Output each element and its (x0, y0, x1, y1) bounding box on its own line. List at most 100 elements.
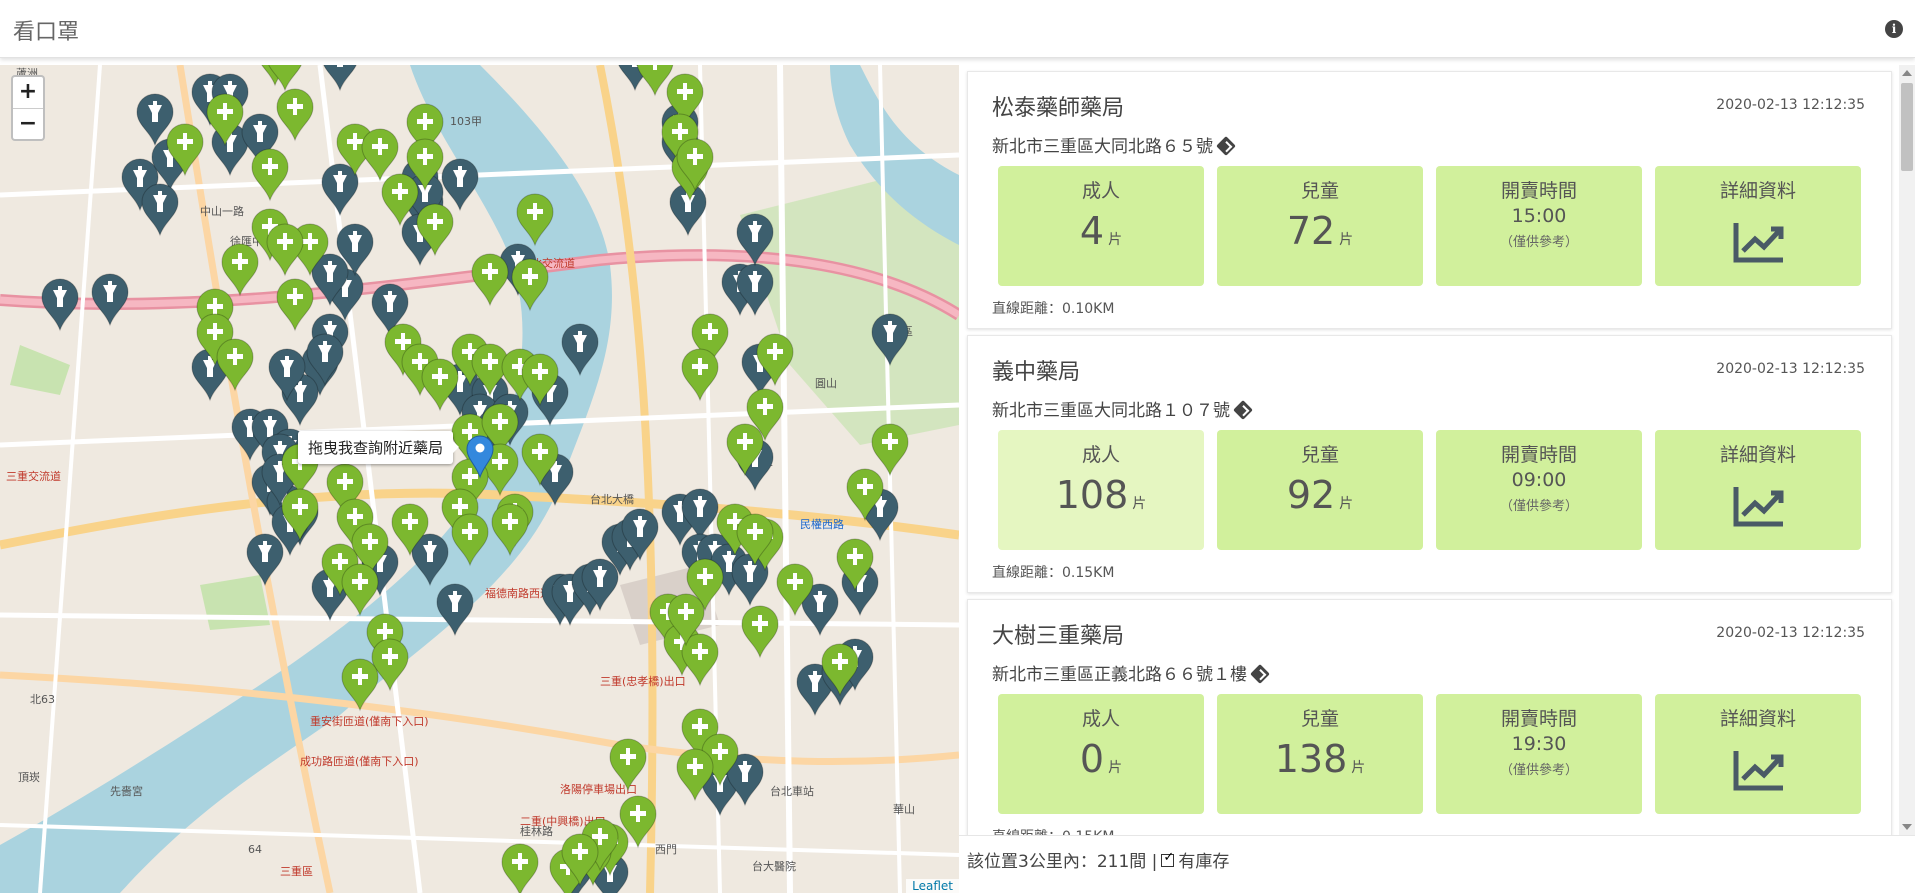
pharmacy-address[interactable]: 新北市三重區大同北路１０７號 (992, 396, 1253, 421)
unit-label: 片 (1108, 760, 1123, 776)
pharmacy-in-stock-marker[interactable] (216, 338, 254, 392)
pharmacy-in-stock-marker[interactable] (491, 503, 529, 557)
adult-count: 108 (1055, 473, 1129, 517)
child-stock-tile: 兒童 72 片 (1217, 166, 1423, 286)
pharmacy-out-of-stock-marker[interactable] (441, 158, 479, 212)
pharmacy-in-stock-marker[interactable] (221, 243, 259, 297)
pharmacy-in-stock-marker[interactable] (681, 348, 719, 402)
line-chart-icon[interactable] (1733, 485, 1785, 527)
line-chart-icon[interactable] (1733, 749, 1785, 791)
pharmacy-out-of-stock-marker[interactable] (321, 163, 359, 217)
directions-icon[interactable] (1233, 400, 1253, 420)
child-count: 138 (1274, 737, 1348, 781)
map-attribution[interactable]: Leaflet (906, 879, 959, 893)
pharmacy-out-of-stock-marker[interactable] (141, 183, 179, 237)
address-text: 新北市三重區正義北路６６號１樓 (992, 665, 1247, 685)
sale-hours-tile: 開賣時間 15:00 （僅供參考） (1436, 166, 1642, 286)
zoom-in-button[interactable]: + (13, 77, 43, 108)
sale-hours-tile: 開賣時間 19:30 （僅供參考） (1436, 694, 1642, 814)
pharmacy-in-stock-marker[interactable] (251, 148, 289, 202)
adult-stock-tile: 成人 0片 (998, 694, 1204, 814)
hours-note: （僅供參考） (1499, 235, 1578, 250)
zoom-out-button[interactable]: − (13, 108, 43, 139)
in-stock-label[interactable]: 有庫存 (1178, 852, 1229, 872)
zoom-control: + − (11, 75, 45, 141)
updated-time: 2020-02-13 12:12:35 (1716, 625, 1865, 641)
pharmacy-card[interactable]: 義中藥局 2020-02-13 12:12:35 新北市三重區大同北路１０７號 … (967, 335, 1892, 593)
pharmacy-card[interactable]: 松泰藥師藥局 2020-02-13 12:12:35 新北市三重區大同北路６５號… (967, 71, 1892, 329)
detail-tile[interactable]: 詳細資料 (1655, 694, 1861, 814)
address-text: 新北市三重區大同北路１０７號 (992, 401, 1230, 421)
pharmacy-out-of-stock-marker[interactable] (736, 213, 774, 267)
detail-label: 詳細資料 (1719, 180, 1796, 202)
pharmacy-in-stock-marker[interactable] (451, 513, 489, 567)
pharmacy-in-stock-marker[interactable] (871, 423, 909, 477)
scrollbar-thumb[interactable] (1901, 83, 1913, 171)
pharmacy-in-stock-marker[interactable] (516, 193, 554, 247)
pharmacy-in-stock-marker[interactable] (266, 223, 304, 277)
pharmacy-in-stock-marker[interactable] (341, 658, 379, 712)
pharmacy-out-of-stock-marker[interactable] (246, 533, 284, 587)
pharmacy-in-stock-marker[interactable] (341, 563, 379, 617)
distance-label: 直線距離：0.15KM (992, 565, 1115, 581)
adult-label: 成人 (1081, 708, 1120, 730)
child-stock-tile: 兒童 92 片 (1217, 430, 1423, 550)
pharmacy-card[interactable]: 大樹三重藥局 2020-02-13 12:12:35 新北市三重區正義北路６６號… (967, 599, 1892, 835)
list-scrollbar[interactable] (1899, 65, 1915, 835)
detail-tile[interactable]: 詳細資料 (1655, 166, 1861, 286)
unit-label: 片 (1108, 232, 1123, 248)
info-icon[interactable]: i (1885, 20, 1903, 38)
hours-time: 15:00 (1511, 205, 1567, 227)
status-bar: 該位置3公里內：211間 | 有庫存 (959, 835, 1915, 893)
child-count: 92 (1286, 473, 1336, 517)
adult-stock-tile: 成人 4片 (998, 166, 1204, 286)
distance-label: 直線距離：0.15KM (992, 826, 1114, 835)
directions-icon[interactable] (1250, 664, 1270, 684)
child-count: 72 (1286, 209, 1336, 253)
map-view[interactable]: 蘆洲 103甲 中山一路 徐匯中學 下竹圍 三重交流道 台北交流道 台北大橋 民… (0, 65, 959, 893)
pharmacy-out-of-stock-marker[interactable] (322, 65, 358, 92)
pharmacy-in-stock-marker[interactable] (276, 88, 314, 142)
detail-tile[interactable]: 詳細資料 (1655, 430, 1861, 550)
scroll-down-arrow-icon[interactable] (1902, 824, 1912, 830)
pharmacy-in-stock-marker[interactable] (501, 843, 539, 893)
in-stock-checkbox[interactable] (1161, 850, 1175, 867)
pharmacy-out-of-stock-marker[interactable] (41, 278, 79, 332)
hours-note: （僅供參考） (1499, 499, 1578, 514)
top-navbar: 看口罩 i (0, 0, 1915, 58)
pharmacy-in-stock-marker[interactable] (741, 605, 779, 659)
pharmacy-in-stock-marker[interactable] (471, 253, 509, 307)
address-text: 新北市三重區大同北路６５號 (992, 137, 1213, 157)
unit-label: 片 (1339, 496, 1354, 512)
directions-icon[interactable] (1216, 136, 1236, 156)
pharmacy-in-stock-marker[interactable] (609, 738, 647, 792)
scroll-up-arrow-icon[interactable] (1902, 70, 1912, 76)
pharmacy-address[interactable]: 新北市三重區大同北路６５號 (992, 132, 1236, 157)
hours-time: 19:30 (1511, 733, 1567, 755)
hours-label: 開賣時間 (1500, 180, 1577, 202)
hours-note: （僅供參考） (1499, 763, 1578, 778)
pharmacy-name: 大樹三重藥局 (992, 624, 1125, 649)
child-label: 兒童 (1300, 444, 1339, 466)
pharmacy-out-of-stock-marker[interactable] (561, 323, 599, 377)
app-title[interactable]: 看口罩 (13, 14, 79, 46)
child-label: 兒童 (1300, 180, 1339, 202)
sale-hours-tile: 開賣時間 09:00 （僅供參考） (1436, 430, 1642, 550)
pharmacy-out-of-stock-marker[interactable] (871, 313, 909, 367)
stock-tiles: 成人 0片 兒童 138 片 開賣時間 19:30 （僅供參考） 詳細資料 (998, 694, 1861, 814)
pharmacy-out-of-stock-marker[interactable] (91, 273, 129, 327)
pharmacy-in-stock-marker[interactable] (276, 278, 314, 332)
adult-label: 成人 (1081, 444, 1120, 466)
hours-time: 09:00 (1511, 469, 1567, 491)
pharmacy-in-stock-marker[interactable] (361, 128, 399, 182)
pharmacy-address[interactable]: 新北市三重區正義北路６６號１樓 (992, 660, 1270, 685)
adult-count: 0 (1079, 737, 1105, 781)
hours-label: 開賣時間 (1500, 708, 1577, 730)
pharmacy-in-stock-marker[interactable] (511, 258, 549, 312)
updated-time: 2020-02-13 12:12:35 (1716, 97, 1865, 113)
updated-time: 2020-02-13 12:12:35 (1716, 361, 1865, 377)
pharmacy-markers[interactable] (0, 65, 959, 893)
adult-count: 4 (1079, 209, 1105, 253)
line-chart-icon[interactable] (1733, 221, 1785, 263)
pharmacy-out-of-stock-marker[interactable] (436, 583, 474, 637)
